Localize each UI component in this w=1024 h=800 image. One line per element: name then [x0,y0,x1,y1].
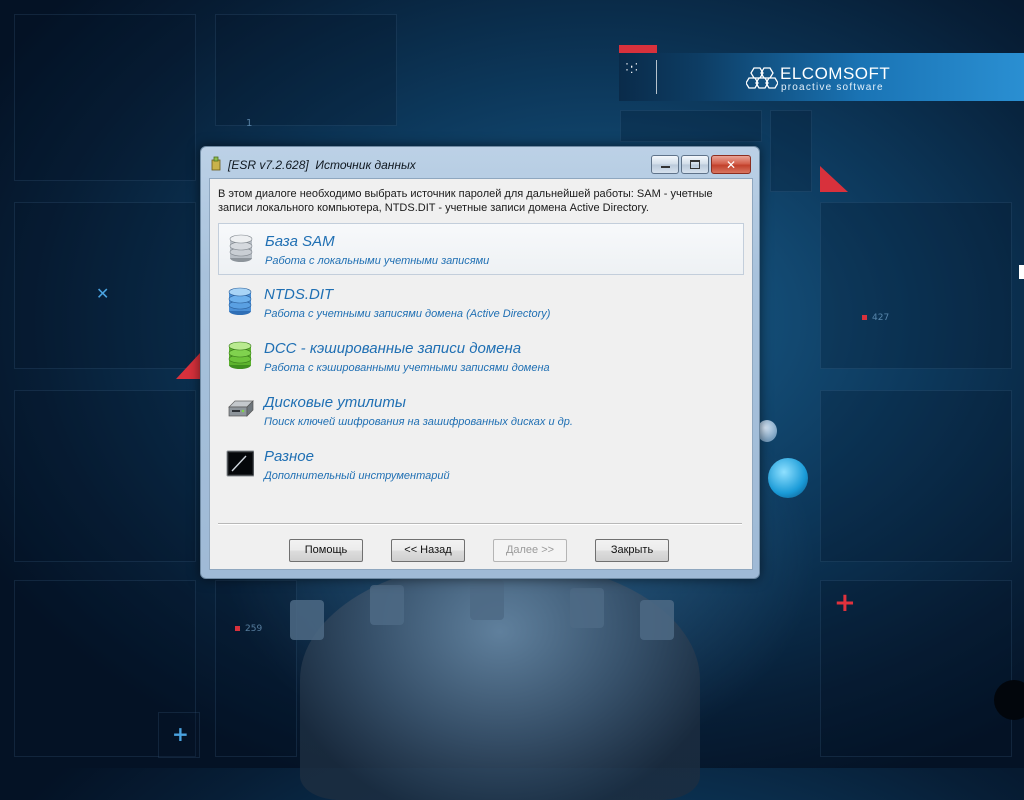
deco-number: 259 [245,624,263,634]
dialog-content: В этом диалоге необходимо выбрать источн… [209,178,753,570]
bg-tile [215,580,297,757]
elcomsoft-logo-icon [746,67,778,89]
x-mark-icon: ✕ [96,284,110,303]
option-description: Дополнительный инструментарий [264,470,450,482]
minimize-button[interactable] [651,155,679,174]
maximize-icon [690,160,700,169]
window-title-name: Источник данных [315,158,416,172]
database-blue-icon [228,287,252,315]
option-title: DCC - кэшированные записи домена [264,340,522,357]
brand-tagline: proactive software [781,82,884,93]
title-bar[interactable]: [ESR v7.2.628] Источник данных ✕ [201,147,759,177]
option-description: Работа с учетными записями домена (Activ… [264,308,551,320]
app-icon [211,156,221,171]
close-button[interactable]: ✕ [711,155,751,174]
help-button[interactable]: Помощь [289,539,363,562]
intro-text: В этом диалоге необходимо выбрать источн… [218,188,713,214]
banner-separator [656,60,657,94]
red-marker [862,315,867,320]
bg-tile [770,110,812,192]
red-marker [235,626,240,631]
bg-tile [820,390,1012,562]
plus-icon: + [172,722,189,746]
bg-tile [14,14,196,181]
gear-tooth [470,580,504,620]
option-title: База SAM [265,233,335,250]
gear-tooth [290,600,324,640]
deco-number: 1 [246,118,253,129]
dots-icon: ·.· ·:· [625,56,640,76]
data-source-dialog: [ESR v7.2.628] Источник данных ✕ В этом … [200,146,760,579]
next-button[interactable]: Далее >> [493,539,567,562]
deco-number: 427 [872,313,890,323]
bg-tile [820,202,1012,369]
disk-drive-icon [228,400,254,417]
option-disk-utilities[interactable]: Дисковые утилиты Поиск ключей шифрования… [218,385,742,435]
database-green-icon [228,341,252,369]
option-ntds-dit[interactable]: NTDS.DIT Работа с учетными записями доме… [218,277,742,327]
minimize-icon [660,166,670,168]
bg-tile [620,110,762,142]
button-divider [218,523,742,525]
maximize-button[interactable] [681,155,709,174]
plus-icon: + [834,588,856,618]
banner-accent [619,45,657,53]
gear-tooth [640,600,674,640]
red-triangle [820,166,848,192]
red-triangle [176,353,200,379]
close-icon: ✕ [725,157,737,172]
brand-name: ELCOMSOFT [780,64,891,83]
option-description: Поиск ключей шифрования на зашифрованных… [264,416,573,428]
option-description: Работа с кэшированными учетными записями… [264,362,550,374]
back-button[interactable]: << Назад [391,539,465,562]
option-title: NTDS.DIT [264,286,334,303]
window-title-version: [ESR v7.2.628] [228,158,309,172]
option-title: Дисковые утилиты [264,394,406,411]
bg-tile [14,390,196,562]
sphere-decoration [768,458,808,498]
option-title: Разное [264,448,314,465]
option-dcc-cached[interactable]: DCC - кэшированные записи домена Работа … [218,331,742,381]
close-dialog-button[interactable]: Закрыть [595,539,669,562]
gear-tooth [370,585,404,625]
option-description: Работа с локальными учетными записями [265,255,490,267]
sphere-decoration [757,420,777,442]
screen-edge-marker [1019,265,1024,279]
terminal-icon [226,450,254,477]
window-title: [ESR v7.2.628] Источник данных [228,158,416,172]
option-sam-database[interactable]: База SAM Работа с локальными учетными за… [218,223,744,275]
database-gray-icon [229,234,253,262]
gear-tooth [570,588,604,628]
option-misc[interactable]: Разное Дополнительный инструментарий [218,439,742,489]
bg-tile [215,14,397,126]
